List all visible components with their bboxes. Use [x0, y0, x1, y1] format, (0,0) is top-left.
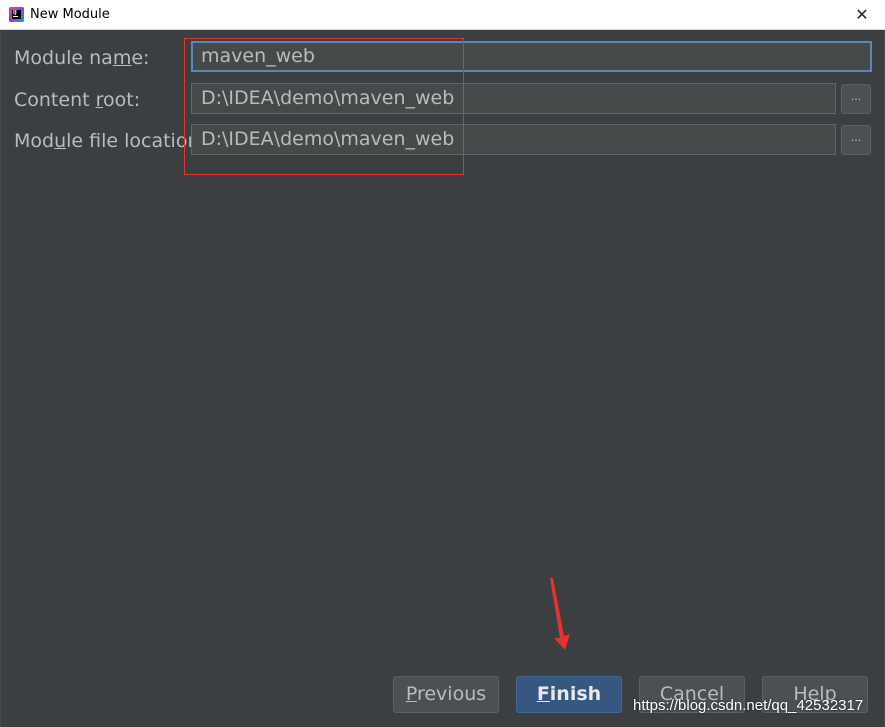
content-root-browse-button[interactable]: ... [841, 84, 871, 114]
window-title: New Module [30, 7, 110, 22]
previous-button[interactable]: Previous [393, 676, 499, 713]
content-root-input[interactable]: D:\IDEA\demo\maven_web [191, 83, 836, 114]
watermark-text: https://blog.csdn.net/qq_42532317 [633, 697, 864, 714]
module-file-location-label: Module file location: [14, 130, 206, 152]
dialog-content: Module name: maven_web Content root: D:\… [0, 30, 885, 727]
close-icon: ✕ [855, 5, 869, 24]
module-name-input[interactable]: maven_web [191, 41, 872, 72]
module-file-location-input[interactable]: D:\IDEA\demo\maven_web [191, 124, 836, 155]
content-root-label: Content root: [14, 89, 141, 111]
intellij-idea-icon: IJ [9, 7, 24, 22]
module-file-location-browse-button[interactable]: ... [841, 125, 871, 155]
module-name-label: Module name: [14, 47, 150, 69]
annotation-arrow-icon [550, 578, 570, 650]
title-bar: IJ New Module ✕ [0, 0, 885, 30]
close-button[interactable]: ✕ [839, 0, 885, 29]
finish-button[interactable]: Finish [516, 676, 622, 713]
